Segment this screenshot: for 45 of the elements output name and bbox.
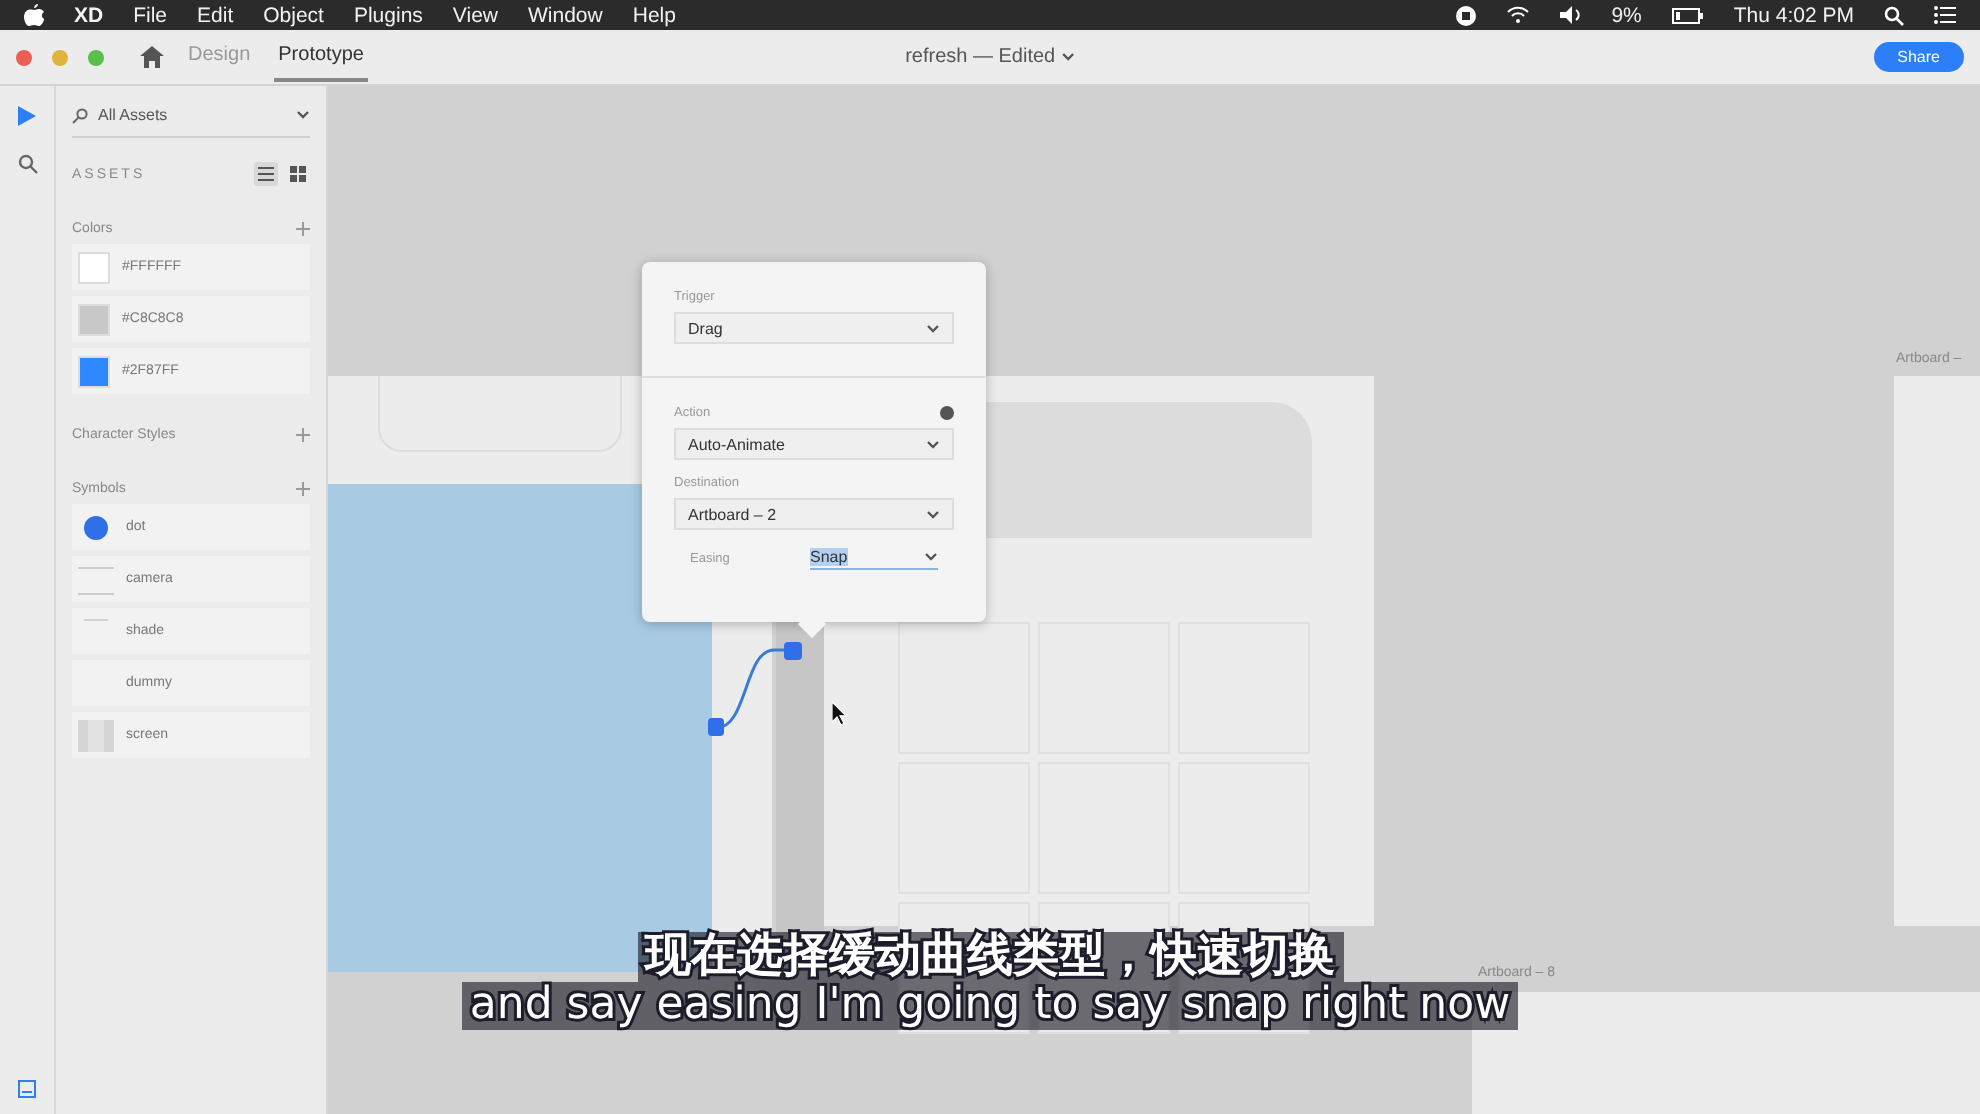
clock[interactable]: Thu 4:02 PM	[1733, 3, 1854, 27]
menu-item[interactable]: Help	[632, 3, 676, 27]
volume-icon[interactable]	[1559, 6, 1582, 24]
chevron-down-icon	[926, 509, 940, 519]
assets-search[interactable]: All Assets	[72, 102, 310, 138]
easing-dropdown[interactable]: Snap	[810, 546, 938, 570]
grid-view-button[interactable]	[286, 162, 310, 186]
symbol-thumbnail	[78, 563, 114, 595]
home-icon[interactable]	[140, 46, 164, 68]
menu-item[interactable]: Window	[528, 3, 603, 27]
menu-item[interactable]: Object	[263, 3, 324, 27]
select-tool[interactable]	[14, 102, 40, 130]
app-menu[interactable]: XD	[74, 3, 104, 27]
trigger-dropdown[interactable]: Drag	[674, 312, 954, 344]
menu-item[interactable]: File	[133, 3, 168, 27]
battery-icon	[1671, 7, 1704, 23]
wifi-icon[interactable]	[1505, 6, 1530, 24]
cursor-icon	[832, 702, 848, 726]
search-icon[interactable]	[1884, 5, 1904, 25]
subtitle-text: and say easing I'm going to say snap right now	[461, 982, 1519, 1031]
battery-percent: 9%	[1611, 3, 1642, 27]
search-tool[interactable]	[13, 150, 41, 178]
chevron-down-icon	[926, 323, 940, 333]
chevron-down-icon	[296, 110, 310, 120]
symbol-thumbnail	[82, 513, 110, 541]
search-icon	[72, 107, 88, 123]
panel-icon[interactable]	[18, 1080, 36, 1098]
menu-item[interactable]: Plugins	[353, 3, 423, 27]
share-button[interactable]: Share	[1873, 42, 1964, 72]
menu-item[interactable]: View	[452, 3, 498, 27]
destination-dropdown[interactable]: Artboard – 2	[674, 498, 954, 530]
action-dropdown[interactable]: Auto-Animate	[674, 428, 954, 460]
symbol-thumbnail	[78, 719, 114, 751]
apple-logo-icon[interactable]	[24, 4, 44, 26]
subtitle-text: 现在选择缓动曲线类型，快速切换	[637, 932, 1343, 983]
caret-icon	[1060, 52, 1075, 62]
record-icon[interactable]	[1455, 5, 1476, 25]
menu-item[interactable]: Edit	[197, 3, 234, 27]
chevron-down-icon	[924, 552, 938, 562]
document-title[interactable]: refresh — Edited	[905, 46, 1075, 68]
mode-tab[interactable]: Prototype	[274, 32, 368, 82]
close-button[interactable]	[16, 49, 32, 65]
menu-icon[interactable]	[1934, 6, 1956, 24]
chevron-down-icon	[926, 439, 940, 449]
list-view-button[interactable]	[254, 162, 278, 186]
